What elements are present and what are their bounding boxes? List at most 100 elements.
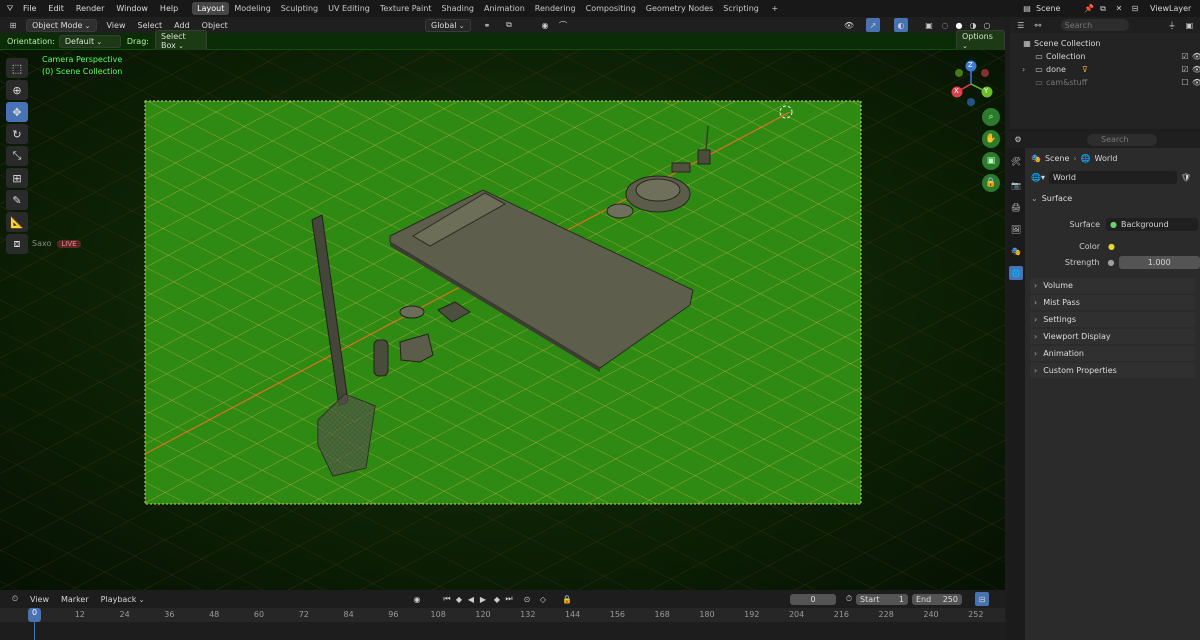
move-icon[interactable]: ✥ bbox=[6, 102, 28, 122]
expand-icon[interactable]: › bbox=[1022, 65, 1032, 74]
auto-key-icon[interactable]: 🔒 bbox=[560, 592, 574, 606]
tab-texture-paint[interactable]: Texture Paint bbox=[375, 2, 437, 15]
jump-end-icon[interactable]: ⏭ bbox=[502, 592, 516, 606]
filter-icon[interactable]: ⚯ bbox=[1031, 18, 1044, 32]
properties-editor-icon[interactable]: ⚙ bbox=[1011, 133, 1025, 147]
tool-tab-icon[interactable]: 🛠 bbox=[1009, 154, 1023, 168]
vp-menu-select[interactable]: Select bbox=[131, 21, 168, 30]
disc-object[interactable] bbox=[606, 203, 634, 219]
gizmo-toggle-icon[interactable]: ↗ bbox=[866, 18, 880, 32]
start-frame-field[interactable]: Start 1 bbox=[856, 593, 908, 605]
vp-menu-add[interactable]: Add bbox=[168, 21, 196, 30]
panel-animation[interactable]: Animation bbox=[1030, 346, 1195, 361]
menu-render[interactable]: Render bbox=[70, 4, 110, 13]
outliner-item-collection[interactable]: ▭ Collection ☑ 👁 bbox=[1010, 50, 1200, 63]
world-datablock-icon[interactable]: 🌐▾ bbox=[1031, 173, 1045, 182]
keyframe-type-icon[interactable]: ◇ bbox=[536, 592, 550, 606]
frame-ruler[interactable]: 12 24 36 48 60 72 84 96 108 120 132 144 156 168 180 192… bbox=[0, 608, 1005, 622]
play-icon[interactable]: ▶ bbox=[476, 592, 490, 606]
view-layer-name[interactable]: ViewLayer bbox=[1150, 4, 1191, 13]
panel-settings[interactable]: Settings bbox=[1030, 312, 1195, 327]
cursor-icon[interactable]: ⊕ bbox=[6, 80, 28, 100]
xray-icon[interactable]: ▣ bbox=[922, 18, 936, 32]
annotate-icon[interactable]: ✎ bbox=[6, 190, 28, 210]
transform-icon[interactable]: ⊞ bbox=[6, 168, 28, 188]
surface-section-header[interactable]: Surface bbox=[1042, 194, 1072, 203]
outliner-search-input[interactable]: Search bbox=[1060, 19, 1130, 31]
panel-volume[interactable]: Volume bbox=[1030, 278, 1195, 293]
outliner-filter-icon[interactable]: ⏚ bbox=[1165, 18, 1178, 32]
outliner-item-done[interactable]: › ▭ done ⊽ ☑ 👁 bbox=[1010, 63, 1200, 76]
end-frame-field[interactable]: End 250 bbox=[912, 593, 962, 605]
menu-help[interactable]: Help bbox=[154, 4, 184, 13]
select-box-icon[interactable]: ⬚ bbox=[6, 58, 28, 78]
zoom-icon[interactable]: ⌕ bbox=[982, 108, 1000, 126]
3d-viewport[interactable]: Camera Perspective (0) Scene Collection … bbox=[0, 50, 1005, 590]
drag-dropdown[interactable]: Select Box bbox=[154, 30, 207, 52]
color-socket-icon[interactable]: ● bbox=[1108, 242, 1115, 251]
scene-name[interactable]: Scene bbox=[1036, 4, 1060, 13]
menu-edit[interactable]: Edit bbox=[42, 4, 70, 13]
overlay-toggle-icon[interactable]: ◐ bbox=[894, 18, 908, 32]
tab-scripting[interactable]: Scripting bbox=[718, 2, 764, 15]
shading-wireframe-icon[interactable]: ◌ bbox=[938, 18, 952, 32]
vp-menu-object[interactable]: Object bbox=[196, 21, 234, 30]
properties-search-input[interactable]: Search bbox=[1087, 133, 1157, 146]
delete-scene-icon[interactable]: ✕ bbox=[1112, 2, 1126, 16]
timeline-view-icon[interactable]: ⊟ bbox=[975, 592, 989, 606]
fake-user-icon[interactable]: 🛡 bbox=[1181, 173, 1191, 182]
scale-icon[interactable]: ⤡ bbox=[6, 146, 28, 166]
options-dropdown[interactable]: Options bbox=[956, 30, 1005, 52]
view-layer-icon[interactable]: ⊟ bbox=[1128, 2, 1142, 16]
mode-dropdown[interactable]: Object Mode bbox=[26, 18, 97, 32]
add-workspace-icon[interactable]: + bbox=[768, 2, 782, 16]
extinguisher-object[interactable] bbox=[373, 339, 389, 377]
current-frame-field[interactable]: 0 bbox=[790, 593, 836, 605]
menu-window[interactable]: Window bbox=[110, 4, 154, 13]
surface-shader-field[interactable]: ● Background bbox=[1106, 217, 1198, 231]
timeline-editor-icon[interactable]: ⏲ bbox=[8, 592, 22, 606]
camera-view-icon[interactable]: ▣ bbox=[982, 152, 1000, 170]
timeline-menu-playback[interactable]: Playback bbox=[101, 595, 145, 604]
timeline-menu-view[interactable]: View bbox=[30, 595, 49, 604]
render-tab-icon[interactable]: 📷 bbox=[1009, 178, 1023, 192]
editor-type-icon[interactable]: ⊞ bbox=[6, 18, 20, 32]
tab-shading[interactable]: Shading bbox=[436, 2, 479, 15]
tab-layout[interactable]: Layout bbox=[192, 2, 230, 15]
add-cube-icon[interactable]: ⧈ bbox=[6, 234, 28, 254]
measure-icon[interactable]: 📐 bbox=[6, 212, 28, 232]
scene-selector-icon[interactable]: ▤ bbox=[1020, 2, 1034, 16]
falloff-icon[interactable]: ⌒ bbox=[556, 18, 570, 32]
tab-compositing[interactable]: Compositing bbox=[581, 2, 641, 15]
eye-icon[interactable]: 👁 bbox=[1190, 63, 1200, 77]
tab-animation[interactable]: Animation bbox=[479, 2, 530, 15]
panel-viewport-display[interactable]: Viewport Display bbox=[1030, 329, 1195, 344]
tab-modeling[interactable]: Modeling bbox=[229, 2, 275, 15]
lock-icon[interactable]: 🔒 bbox=[982, 174, 1000, 192]
world-tab-icon[interactable]: 🌐 bbox=[1009, 266, 1023, 280]
world-name-field[interactable]: World bbox=[1048, 170, 1177, 184]
proportional-edit-icon[interactable]: ◉ bbox=[538, 18, 552, 32]
stopwatch-icon[interactable]: ⏱ bbox=[842, 592, 856, 606]
tab-geometry-nodes[interactable]: Geometry Nodes bbox=[641, 2, 718, 15]
panel-custom-properties[interactable]: Custom Properties bbox=[1030, 363, 1195, 378]
pan-hand-icon[interactable]: ✋ bbox=[982, 130, 1000, 148]
record-icon[interactable]: ◉ bbox=[410, 592, 424, 606]
blender-logo-icon[interactable]: ⛛ bbox=[3, 2, 17, 16]
orientation-dropdown[interactable]: Default bbox=[58, 34, 121, 48]
panel-mist-pass[interactable]: Mist Pass bbox=[1030, 295, 1195, 310]
new-scene-icon[interactable]: ⧉ bbox=[1096, 2, 1110, 16]
snap-icon[interactable]: ⧉ bbox=[502, 18, 516, 32]
vp-menu-view[interactable]: View bbox=[101, 21, 132, 30]
navigation-gizmo[interactable]: Z X Y bbox=[945, 58, 997, 110]
tab-uv-editing[interactable]: UV Editing bbox=[323, 2, 375, 15]
small-box-object[interactable] bbox=[671, 162, 691, 173]
timeline-menu-marker[interactable]: Marker bbox=[61, 595, 89, 604]
eye-icon[interactable]: 👁 bbox=[1190, 76, 1200, 90]
eye-icon[interactable]: 👁 bbox=[1190, 50, 1200, 64]
transform-orientation-dropdown[interactable]: Global bbox=[425, 18, 471, 32]
pivot-icon[interactable]: ⚭ bbox=[480, 18, 494, 32]
new-collection-icon[interactable]: ▣ bbox=[1183, 18, 1196, 32]
outliner-item-cam-stuff[interactable]: ▭ cam&stuff ☐ 👁 bbox=[1010, 76, 1200, 89]
keying-icon[interactable]: ⊙ bbox=[520, 592, 534, 606]
